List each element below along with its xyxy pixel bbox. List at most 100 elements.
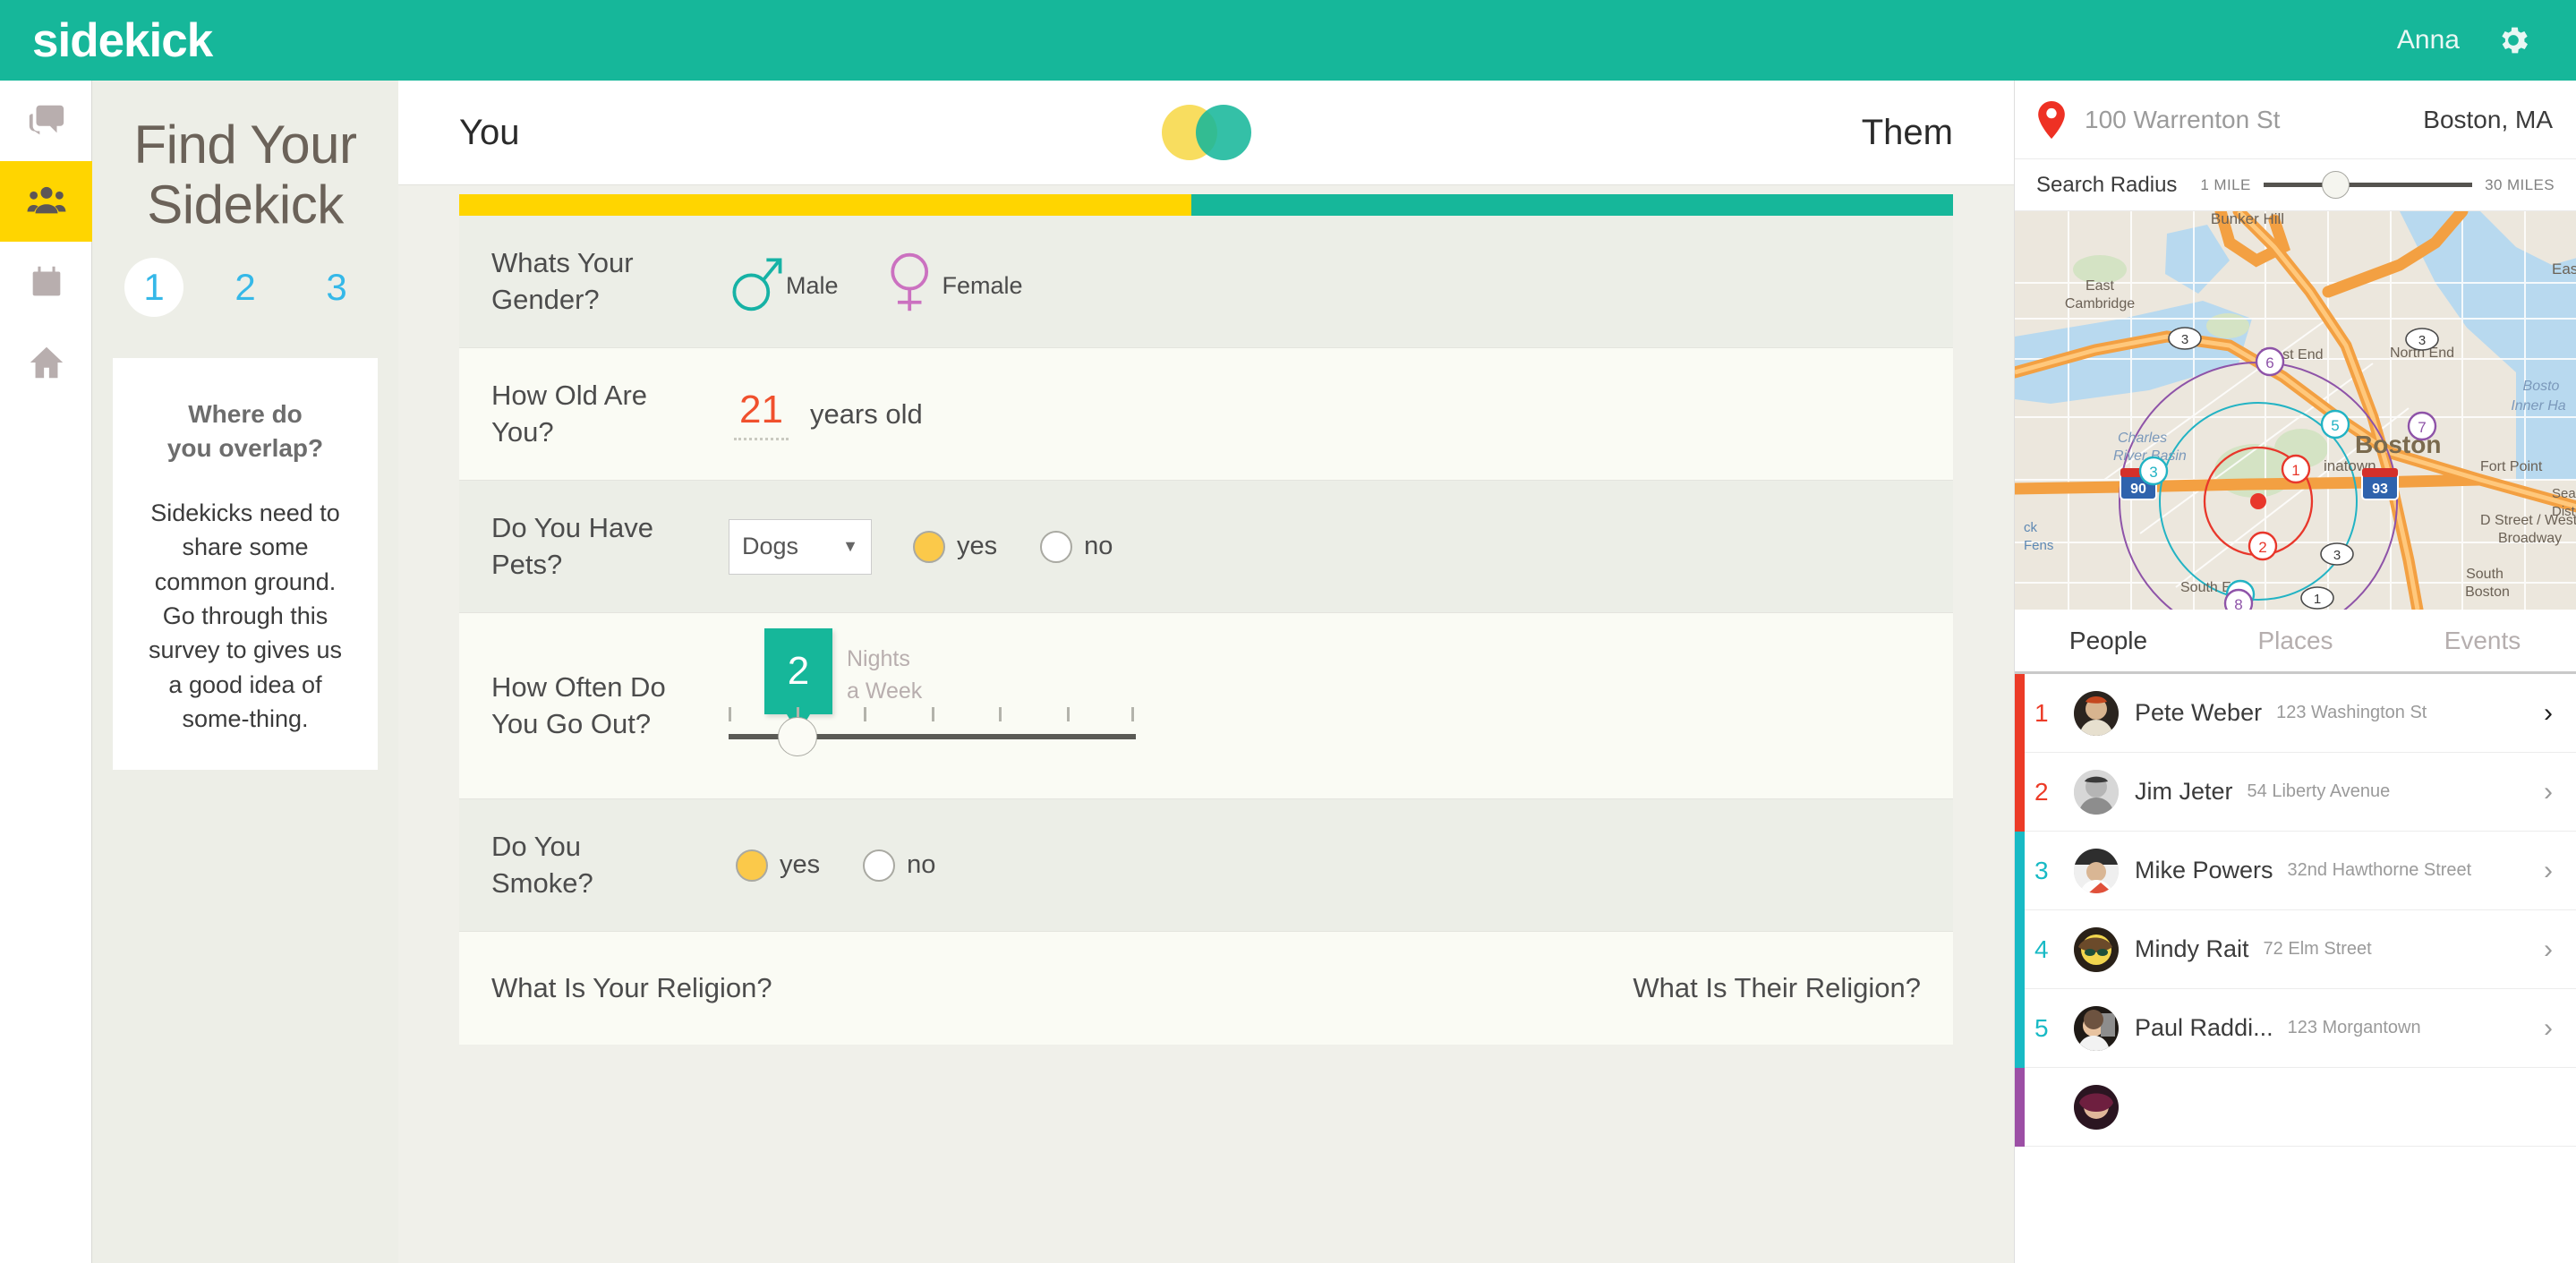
step-3[interactable]: 3 xyxy=(307,258,366,317)
nav-item-messages[interactable] xyxy=(0,81,92,161)
rank-color-bar xyxy=(2015,1068,2025,1147)
gender-label-you: Whats Your Gender? xyxy=(491,246,634,315)
people-group-icon xyxy=(27,186,65,214)
map-label: Cambridge xyxy=(2065,296,2135,311)
list-item-rank: 3 xyxy=(2034,856,2049,884)
smoke-radio-yes-you[interactable]: yes xyxy=(736,849,820,882)
radio-dot xyxy=(863,849,896,882)
map-label: East xyxy=(2552,260,2576,277)
smoke-radio-no-you[interactable]: no xyxy=(863,849,935,882)
list-item-name: Pete Weber xyxy=(2135,699,2263,726)
gender-option-female-you[interactable]: Female xyxy=(885,250,1023,314)
question-row-religion: What Is Your Religion? What Is Their Rel… xyxy=(459,932,1953,1045)
question-row-smoke: Do You Smoke? yes no xyxy=(459,799,2576,1263)
list-item[interactable]: 2 Jim Jeter 54 Liberty Avenue › xyxy=(2015,753,2576,832)
religion-label-you: What Is Your Religion? xyxy=(491,972,772,1003)
map-view[interactable]: Bunker Hill East Cambridge West End Nort… xyxy=(2015,211,2576,610)
step-2[interactable]: 2 xyxy=(216,258,275,317)
city-state-label[interactable]: Boston, MA xyxy=(2423,106,2553,134)
info-card-body: Sidekicks need to share some common grou… xyxy=(148,499,343,732)
list-item[interactable]: 5 Paul Raddi... 123 Morgantown › xyxy=(2015,989,2576,1068)
info-card-heading-line2: you overlap? xyxy=(166,434,324,463)
question-row-gender: Whats Your Gender? Male Female xyxy=(459,216,2576,1263)
progress-you xyxy=(459,194,1191,216)
svg-text:3: 3 xyxy=(2418,333,2426,348)
map-label: Seap xyxy=(2552,486,2576,501)
nav-item-home[interactable] xyxy=(0,322,92,403)
question-row-pets: Do You Have Pets? Dogs ▼ yes no xyxy=(459,481,2576,1263)
search-radius-knob[interactable] xyxy=(2322,171,2350,199)
pets-field-you: Dogs ▼ yes no xyxy=(729,518,1156,575)
left-nav-rail xyxy=(0,81,92,1263)
religion-label-them: What Is Their Religion? xyxy=(1633,972,1921,1003)
rank-color-bar xyxy=(2015,910,2025,989)
question-row-age: How Old Are You? 21 years old Between 19… xyxy=(459,348,2576,1263)
tab-people[interactable]: People xyxy=(2015,610,2202,671)
go-out-value-bubble-you: 2 xyxy=(764,627,832,714)
age-input-you[interactable]: 21 xyxy=(734,388,789,440)
age-unit-you: years old xyxy=(809,397,923,430)
go-out-slider-you[interactable]: 2 Nights a Week xyxy=(729,627,1136,773)
nav-item-calendar[interactable] xyxy=(0,242,92,322)
page-title-line1: Find Your xyxy=(133,115,357,175)
svg-text:90: 90 xyxy=(2130,482,2146,497)
pets-radio-no-you[interactable]: no xyxy=(1040,530,1113,563)
smoke-radio-group-you: yes no xyxy=(736,849,978,882)
app-logo[interactable]: sidekick xyxy=(32,13,213,68)
list-item-rank: 5 xyxy=(2034,1013,2049,1042)
nav-item-people[interactable] xyxy=(0,161,92,242)
pets-radio-yes-you[interactable]: yes xyxy=(913,530,997,563)
svg-text:5: 5 xyxy=(2331,417,2339,434)
map-label: Fens xyxy=(2024,538,2053,553)
search-radius-label: Search Radius xyxy=(2036,172,2178,197)
user-name[interactable]: Anna xyxy=(2397,25,2460,55)
age-field-you: 21 years old xyxy=(729,388,923,440)
list-item-address: 54 Liberty Avenue xyxy=(2247,781,2391,801)
street-address-input[interactable]: 100 Warrenton St xyxy=(2085,106,2280,134)
chevron-right-icon[interactable]: › xyxy=(2544,856,2553,886)
gender-option-male-you[interactable]: Male xyxy=(729,250,839,314)
list-item[interactable]: 3 Mike Powers 32nd Hawthorne Street › xyxy=(2015,832,2576,910)
chevron-right-icon[interactable]: › xyxy=(2544,698,2553,729)
chat-bubbles-icon xyxy=(29,105,64,135)
home-icon xyxy=(30,346,63,379)
search-radius-track[interactable] xyxy=(2263,171,2473,199)
svg-text:1: 1 xyxy=(2291,462,2299,479)
list-item-address: 72 Elm Street xyxy=(2263,939,2372,959)
list-item[interactable]: 1 Pete Weber 123 Washington St › xyxy=(2015,674,2576,753)
search-radius-control: Search Radius 1 MILE 30 MILES xyxy=(2015,159,2576,211)
list-item-name: Paul Raddi... xyxy=(2135,1014,2273,1041)
female-symbol-icon xyxy=(890,252,928,311)
gear-icon[interactable] xyxy=(2495,22,2531,58)
pets-type-select-you[interactable]: Dogs ▼ xyxy=(729,518,872,575)
chevron-right-icon[interactable]: › xyxy=(2544,934,2553,965)
chevron-right-icon[interactable]: › xyxy=(2544,1013,2553,1044)
list-item-name: Jim Jeter xyxy=(2135,778,2233,805)
map-water-label: Inner Ha xyxy=(2511,398,2565,414)
chevron-right-icon[interactable]: › xyxy=(2544,777,2553,807)
step-indicator: 1 2 3 xyxy=(92,258,398,318)
header-you-label: You xyxy=(459,112,520,152)
location-bar: 100 Warrenton St Boston, MA xyxy=(2015,81,2576,159)
list-item-rank: 4 xyxy=(2034,934,2049,963)
list-item-rank: 1 xyxy=(2034,698,2049,727)
tab-events[interactable]: Events xyxy=(2389,610,2576,671)
radio-dot xyxy=(736,849,768,882)
step-1[interactable]: 1 xyxy=(124,258,183,318)
svg-text:6: 6 xyxy=(2265,354,2273,371)
go-out-knob-you[interactable] xyxy=(778,716,817,756)
tab-places[interactable]: Places xyxy=(2202,610,2389,671)
app-root: sidekick Anna Find Your Sidekick 1 2 3 W… xyxy=(0,0,2576,1263)
rank-color-bar xyxy=(2015,832,2025,910)
list-item[interactable]: 4 Mindy Rait 72 Elm Street › xyxy=(2015,910,2576,989)
info-card: Where do you overlap? Sidekicks need to … xyxy=(113,358,378,771)
svg-text:1: 1 xyxy=(2314,592,2321,607)
male-symbol-icon xyxy=(732,257,782,311)
survey-panel: You Them Whats Your Gender? Male Female … xyxy=(398,81,2576,1263)
page-title-line2: Sidekick xyxy=(147,175,344,235)
svg-text:2: 2 xyxy=(2258,539,2266,556)
list-item[interactable] xyxy=(2015,1068,2576,1147)
header-them-label: Them xyxy=(1861,112,1953,152)
svg-text:3: 3 xyxy=(2181,332,2188,347)
map-label: Distr xyxy=(2552,504,2576,519)
